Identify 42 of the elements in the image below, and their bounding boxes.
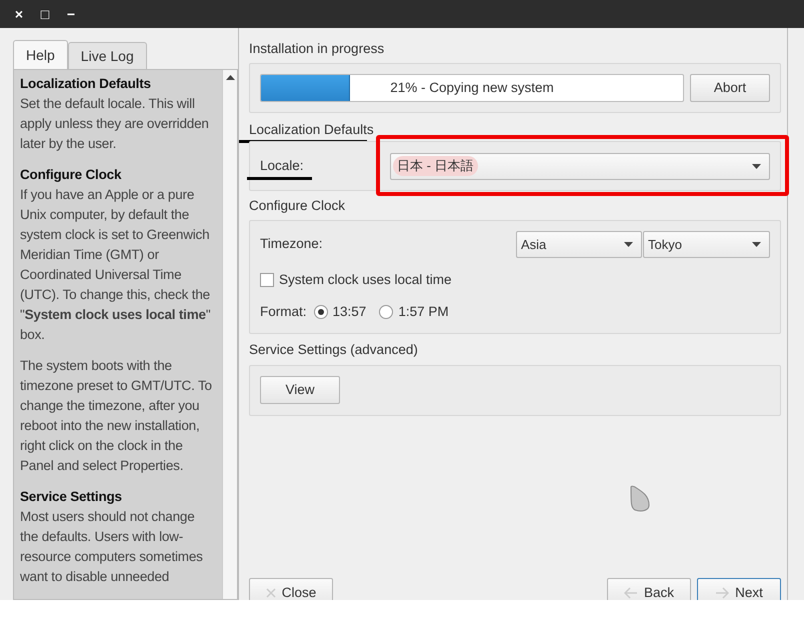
help-paragraph: Set the default locale. This will apply unless they are overridden later by the user. <box>20 95 210 153</box>
locale-value: 日本 - 日本語 <box>393 156 478 176</box>
help-paragraph: If you have an Apple or a pure Unix computer, by default the system clock is set to Greenwich Meridian Time (GMT) or Coordinated Universal Time (UTC). To change this, check the "System clock uses local time" box. <box>20 186 212 344</box>
progress-text: 21% - Copying new system <box>390 78 554 97</box>
region-dropdown[interactable]: Asia <box>516 231 642 258</box>
checkbox-label: System clock uses local time <box>279 271 452 289</box>
minimize-button[interactable]: − <box>64 7 78 21</box>
scroll-up-icon[interactable] <box>226 75 234 80</box>
help-heading: Service Settings <box>20 488 123 506</box>
tab[interactable]: Help <box>13 40 68 69</box>
format-label: Format: <box>260 303 307 322</box>
help-paragraph: The system boots with the timezone preset to GMT/UTC. To change the timezone, after you reboot into the new installation, right click on the clock in the Panel and select Properties. <box>20 357 213 475</box>
radio-button[interactable] <box>314 305 328 320</box>
tab[interactable]: Live Log <box>68 42 147 69</box>
locale-dropdown[interactable]: 日本 - 日本語 <box>390 152 770 180</box>
dropdown-arrow-icon <box>624 242 633 247</box>
maximize-button[interactable]: □ <box>38 7 52 21</box>
back-button[interactable]: Back <box>607 578 691 600</box>
abort-button[interactable]: Abort <box>690 74 770 102</box>
close-button[interactable]: × <box>12 7 26 21</box>
section-title: Localization Defaults <box>249 120 374 139</box>
checkbox[interactable] <box>260 273 274 288</box>
locale-label: Locale: <box>260 156 304 175</box>
radio-label: 1:57 PM <box>398 303 449 322</box>
section-title: Configure Clock <box>249 196 346 215</box>
radio-label: 13:57 <box>332 303 366 322</box>
city-dropdown[interactable]: Tokyo <box>643 231 770 258</box>
close-icon <box>266 588 276 598</box>
next-button[interactable]: Next <box>697 578 781 600</box>
section-title: Installation in progress <box>249 40 384 58</box>
help-heading: Configure Clock <box>20 166 122 184</box>
timezone-label: Timezone: <box>260 235 323 254</box>
section-title: Service Settings (advanced) <box>249 341 418 360</box>
view-button[interactable]: View <box>260 376 340 404</box>
radio-button[interactable] <box>379 305 394 320</box>
help-paragraph: Most users should not change the defaults. Users with low-resource computers sometimes want to disable unneeded <box>20 508 204 586</box>
arrow-right-icon <box>715 587 730 599</box>
help-heading: Localization Defaults <box>20 75 152 93</box>
arrow-left-icon <box>624 587 638 599</box>
close-button[interactable]: Close <box>249 578 333 600</box>
dropdown-arrow-icon <box>752 242 761 247</box>
dropdown-arrow-icon <box>752 164 761 168</box>
